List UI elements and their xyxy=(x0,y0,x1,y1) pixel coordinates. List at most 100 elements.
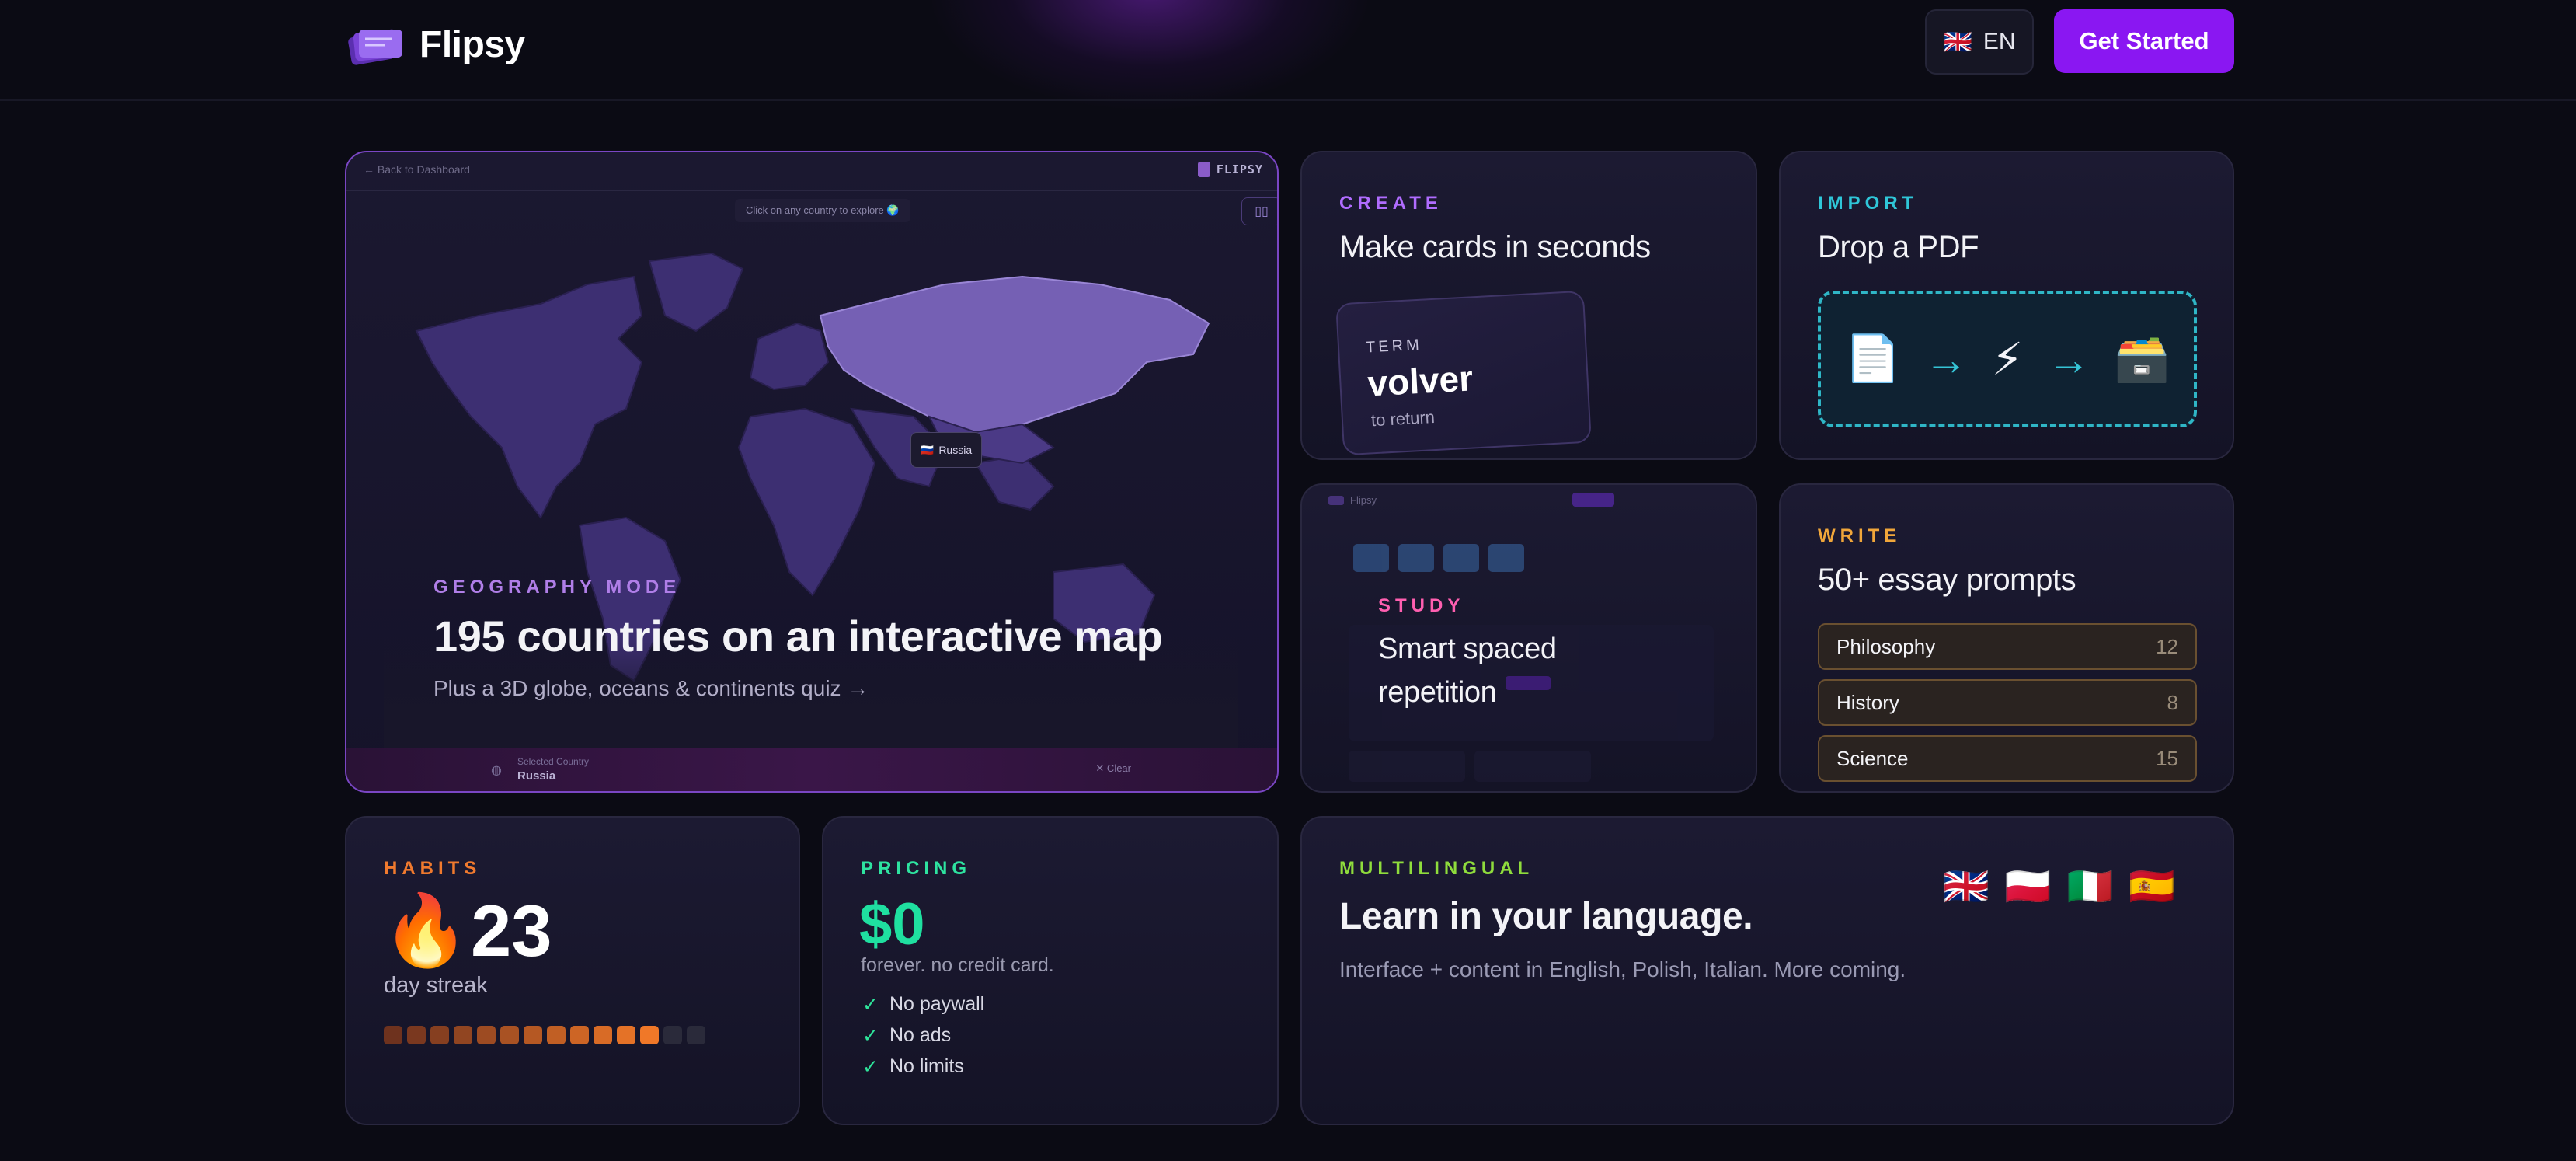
streak-day-active xyxy=(547,1026,566,1044)
cards-logo-icon xyxy=(346,23,406,65)
multilingual-card[interactable]: MULTILINGUAL Learn in your language. Int… xyxy=(1300,816,2234,1125)
multi-subtitle: Interface + content in English, Polish, … xyxy=(1339,957,1906,981)
selected-country-bar: ◍ Selected Country Russia ✕ Clear xyxy=(346,748,1277,791)
streak-day-active xyxy=(570,1026,589,1044)
write-card[interactable]: WRITE 50+ essay prompts Philosophy 12 Hi… xyxy=(1779,483,2234,793)
create-title: Make cards in seconds xyxy=(1339,230,1651,264)
language-selector[interactable]: 🇬🇧 EN xyxy=(1925,9,2034,75)
russia-flag-icon: 🇷🇺 xyxy=(920,443,935,456)
write-eyebrow: WRITE xyxy=(1818,525,1902,546)
logo[interactable]: Flipsy xyxy=(346,23,525,65)
pdf-dropzone[interactable]: 📄 → ⚡ → 🗃️ xyxy=(1818,291,2197,427)
streak-day-active xyxy=(640,1026,659,1044)
prompt-category-count: 8 xyxy=(2167,690,2178,714)
geo-subtitle[interactable]: Plus a 3D globe, oceans & continents qui… xyxy=(433,676,869,701)
import-eyebrow: IMPORT xyxy=(1818,193,1919,214)
document-icon: 📄 xyxy=(1844,333,1901,384)
feature-text: No ads xyxy=(889,1024,952,1046)
fire-icon: 🔥 xyxy=(382,892,470,970)
streak-day-active xyxy=(454,1026,472,1044)
multi-eyebrow: MULTILINGUAL xyxy=(1339,858,1534,879)
streak-day-active xyxy=(594,1026,612,1044)
shot-tile xyxy=(1398,544,1434,572)
study-title-line2: repetition xyxy=(1378,676,1497,709)
study-title-line1: Smart spaced xyxy=(1378,633,1557,665)
habits-eyebrow: HABITS xyxy=(384,858,482,879)
term-label: TERM xyxy=(1365,336,1423,357)
feature-item: ✓ No limits xyxy=(862,1055,964,1079)
streak-day-active xyxy=(430,1026,449,1044)
shot-logo-icon xyxy=(1328,496,1344,505)
lightning-icon: ⚡ xyxy=(1991,334,2024,385)
study-card[interactable]: Flipsy STUDY Smart spaced repetition xyxy=(1300,483,1757,793)
uk-flag-icon: 🇬🇧 xyxy=(1942,866,1989,908)
prompt-category-row-partial xyxy=(1818,791,2197,793)
prompt-category-name: History xyxy=(1836,690,1899,714)
spain-flag-icon: 🇪🇸 xyxy=(2129,866,2175,908)
prompt-category-count: 15 xyxy=(2156,746,2178,770)
card-box-icon: 🗃️ xyxy=(2114,333,2170,384)
shot-brand: Flipsy xyxy=(1350,494,1377,506)
selected-country-label: Selected Country xyxy=(517,756,590,767)
shot-panel xyxy=(1349,751,1465,782)
geo-title: 195 countries on an interactive map xyxy=(433,612,1163,661)
back-to-dashboard-link[interactable]: ← Back to Dashboard xyxy=(364,163,470,176)
prompt-category-row[interactable]: Science 15 xyxy=(1818,735,2197,782)
streak-day-active xyxy=(617,1026,635,1044)
geography-card[interactable]: ← Back to Dashboard FLIPSY Click on any … xyxy=(345,151,1279,793)
prompt-category-name: Philosophy xyxy=(1836,634,1936,658)
russia-tooltip: 🇷🇺 Russia xyxy=(910,432,982,468)
feature-text: No paywall xyxy=(889,993,985,1015)
language-flags: 🇬🇧 🇵🇱 🇮🇹 🇪🇸 xyxy=(1943,864,2175,908)
book-icon[interactable]: ▯▯ xyxy=(1241,197,1277,225)
selected-country-value: Russia xyxy=(517,769,556,783)
streak-day-active xyxy=(500,1026,519,1044)
streak-count: 23 xyxy=(471,890,552,971)
habits-card[interactable]: HABITS 🔥 23 day streak xyxy=(345,816,800,1125)
prompt-category-count: 12 xyxy=(2156,634,2178,658)
clear-selection-button[interactable]: ✕ Clear xyxy=(1095,762,1131,775)
uk-flag-icon: 🇬🇧 xyxy=(1943,29,1972,55)
streak-day-active xyxy=(407,1026,426,1044)
term-word: volver xyxy=(1366,357,1474,404)
check-icon: ✓ xyxy=(862,994,879,1016)
brand-mark-icon xyxy=(1197,162,1210,177)
feature-item: ✓ No paywall xyxy=(862,993,984,1016)
pricing-eyebrow: PRICING xyxy=(861,858,972,879)
import-card[interactable]: IMPORT Drop a PDF 📄 → ⚡ → 🗃️ xyxy=(1779,151,2234,460)
prompt-category-row[interactable]: History 8 xyxy=(1818,679,2197,726)
write-title: 50+ essay prompts xyxy=(1818,563,2076,597)
shot-tile xyxy=(1353,544,1389,572)
brand-name: Flipsy xyxy=(419,23,525,65)
streak-day-active xyxy=(384,1026,402,1044)
globe-icon: ◍ xyxy=(491,764,502,777)
geo-brand: FLIPSY xyxy=(1197,162,1263,177)
create-card[interactable]: CREATE Make cards in seconds TERM volver… xyxy=(1300,151,1757,460)
streak-label: day streak xyxy=(384,973,488,998)
term-translation: to return xyxy=(1370,407,1436,431)
import-title: Drop a PDF xyxy=(1818,230,1979,264)
flashcard-preview: TERM volver to return xyxy=(1335,290,1592,456)
feature-text: No limits xyxy=(889,1055,964,1077)
prompt-category-row[interactable]: Philosophy 12 xyxy=(1818,623,2197,670)
get-started-button[interactable]: Get Started xyxy=(2054,9,2234,73)
arrow-right-icon: → xyxy=(2046,334,2090,384)
poland-flag-icon: 🇵🇱 xyxy=(2004,866,2052,908)
price-value: $0 xyxy=(859,891,925,957)
study-eyebrow: STUDY xyxy=(1378,595,1465,616)
price-note: forever. no credit card. xyxy=(861,954,1054,976)
tooltip-label: Russia xyxy=(938,444,973,456)
multi-title: Learn in your language. xyxy=(1339,896,1753,937)
geo-brand-text: FLIPSY xyxy=(1216,162,1263,176)
arrow-right-icon: → xyxy=(1924,334,1969,384)
prompt-category-name: Science xyxy=(1836,746,1909,770)
check-icon: ✓ xyxy=(862,1025,879,1047)
pricing-card[interactable]: PRICING $0 forever. no credit card. ✓ No … xyxy=(822,816,1279,1125)
streak-day-active xyxy=(477,1026,496,1044)
shot-button xyxy=(1572,493,1614,507)
feature-item: ✓ No ads xyxy=(862,1024,951,1048)
geo-topbar: ← Back to Dashboard FLIPSY xyxy=(346,152,1277,191)
italy-flag-icon: 🇮🇹 xyxy=(2066,866,2114,908)
shot-button xyxy=(1506,676,1551,690)
streak-day-inactive xyxy=(663,1026,682,1044)
